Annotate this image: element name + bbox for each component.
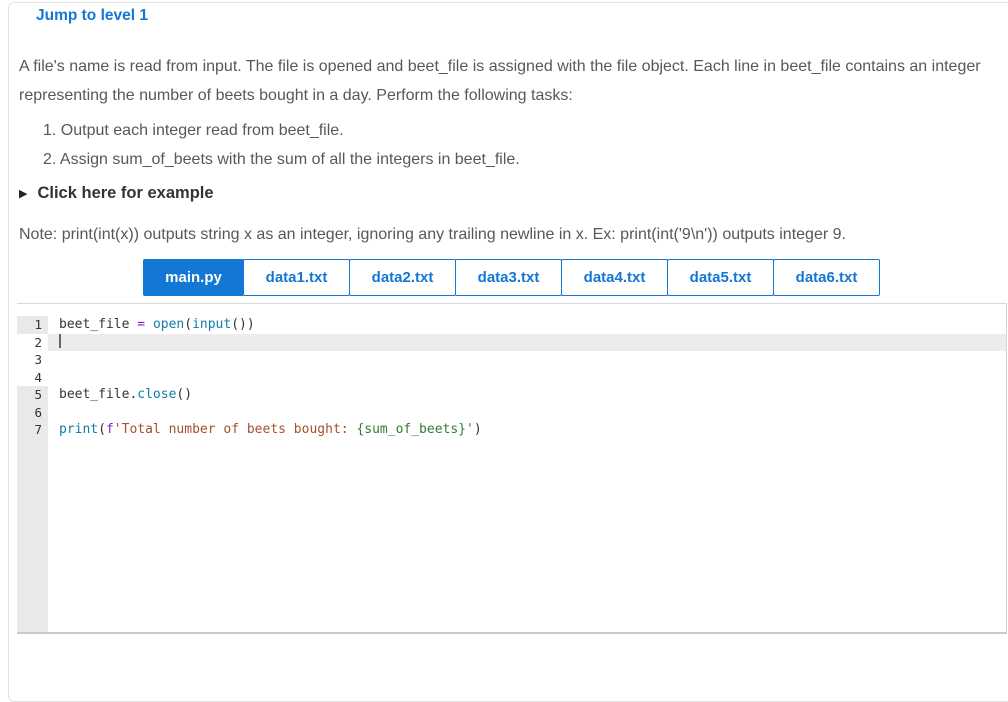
code-token-fn: open (153, 317, 184, 332)
line-number: 2 (17, 334, 48, 352)
line-number: 6 (17, 404, 48, 422)
code-token-str: 'Total number of beets bought: (114, 422, 357, 437)
code-line: 5beet_file.close() (17, 386, 1006, 404)
content-panel: Jump to level 1 A file's name is read fr… (8, 2, 1008, 702)
code-line: 4 (17, 369, 1006, 387)
code-token-plain: beet_file. (59, 387, 137, 402)
tab-main-py[interactable]: main.py (143, 259, 244, 296)
code-line: 3 (17, 351, 1006, 369)
code-token-plain: beet_file (59, 317, 137, 332)
code-line-content[interactable]: beet_file = open(input()) (48, 316, 1006, 334)
code-token-plain: ( (184, 317, 192, 332)
code-token-plain: () (176, 387, 192, 402)
line-number: 3 (17, 351, 48, 369)
code-line: 7print(f'Total number of beets bought: {… (17, 421, 1006, 439)
code-editor[interactable]: 1beet_file = open(input())2345beet_file.… (17, 303, 1007, 634)
code-line: 1beet_file = open(input()) (17, 316, 1006, 334)
tab-data4-txt[interactable]: data4.txt (561, 259, 668, 296)
code-line: 2 (17, 334, 1006, 352)
code-token-kw: f (106, 422, 114, 437)
code-token-plain (145, 317, 153, 332)
example-toggle-label: Click here for example (37, 184, 213, 203)
code-line-content[interactable] (48, 351, 1006, 369)
note-text: Note: print(int(x)) outputs string x as … (19, 220, 1007, 249)
line-number: 1 (17, 316, 48, 334)
tab-data3-txt[interactable]: data3.txt (455, 259, 562, 296)
code-token-plain: ()) (231, 317, 254, 332)
code-token-plain: ) (474, 422, 482, 437)
code-line-content[interactable]: print(f'Total number of beets bought: {s… (48, 421, 1006, 439)
jump-to-level-link[interactable]: Jump to level 1 (36, 7, 148, 25)
text-cursor (59, 334, 61, 348)
code-line-content[interactable] (48, 404, 1006, 422)
code-token-fn: input (192, 317, 231, 332)
task-list: 1. Output each integer read from beet_fi… (19, 116, 520, 174)
code-line-content[interactable] (48, 334, 1006, 352)
code-token-plain: ( (98, 422, 106, 437)
task-item: 2. Assign sum_of_beets with the sum of a… (43, 145, 520, 174)
code-token-op: = (137, 317, 145, 332)
tab-data1-txt[interactable]: data1.txt (243, 259, 350, 296)
code-token-fn: print (59, 422, 98, 437)
line-number: 5 (17, 386, 48, 404)
tab-data5-txt[interactable]: data5.txt (667, 259, 774, 296)
code-token-str: ' (466, 422, 474, 437)
code-line-content[interactable] (48, 369, 1006, 387)
task-item: 1. Output each integer read from beet_fi… (43, 116, 520, 145)
problem-statement: A file's name is read from input. The fi… (19, 52, 1007, 110)
line-number: 7 (17, 421, 48, 439)
code-line-content[interactable]: beet_file.close() (48, 386, 1006, 404)
example-toggle[interactable]: ▶ Click here for example (19, 184, 214, 203)
code-token-interp: {sum_of_beets} (356, 422, 466, 437)
triangle-right-icon: ▶ (19, 187, 27, 200)
line-number: 4 (17, 369, 48, 387)
code-token-fn: close (137, 387, 176, 402)
tab-data6-txt[interactable]: data6.txt (773, 259, 880, 296)
tab-data2-txt[interactable]: data2.txt (349, 259, 456, 296)
file-tab-bar: main.pydata1.txtdata2.txtdata3.txtdata4.… (143, 259, 880, 296)
code-line: 6 (17, 404, 1006, 422)
